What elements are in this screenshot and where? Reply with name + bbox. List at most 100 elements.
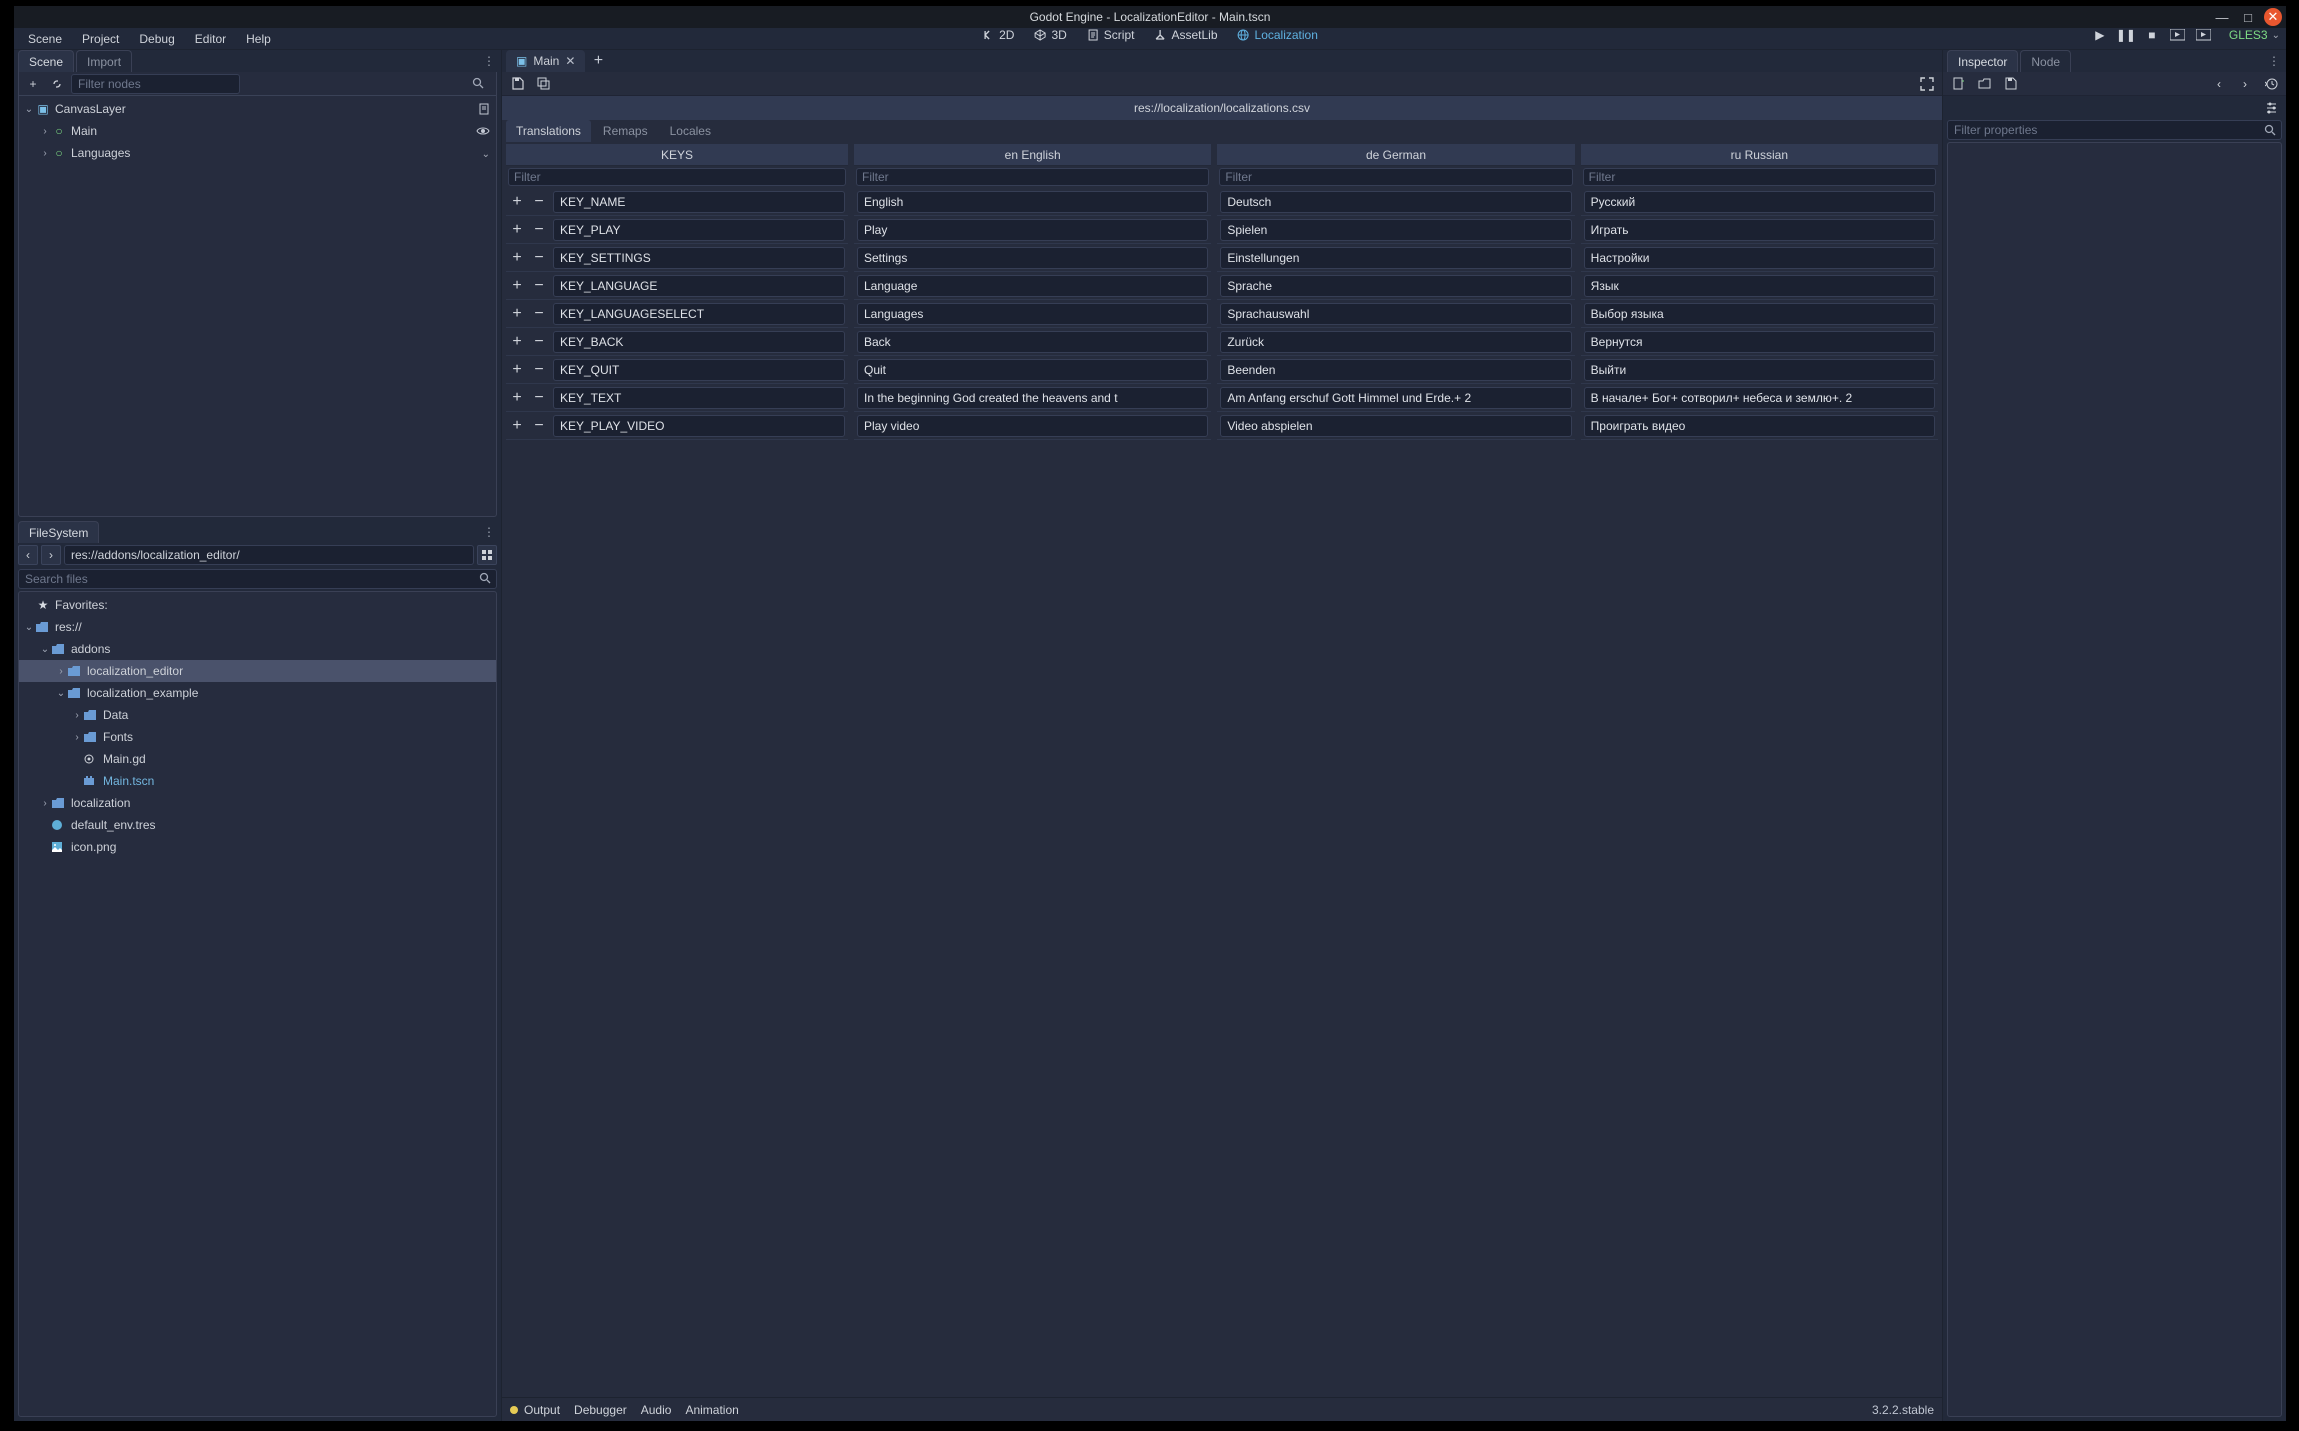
path-input[interactable] (64, 545, 474, 565)
add-key-button[interactable]: + (506, 333, 528, 351)
menu-help[interactable]: Help (236, 28, 281, 49)
add-key-button[interactable]: + (506, 417, 528, 435)
menu-editor[interactable]: Editor (185, 28, 236, 49)
translation-input[interactable]: Вернутся (1584, 331, 1935, 353)
lang-filter-input[interactable] (1583, 168, 1936, 186)
lang-filter-input[interactable] (856, 168, 1209, 186)
path-prev-button[interactable]: ‹ (18, 545, 38, 565)
filesystem-dock-options[interactable]: ⋮ (483, 525, 495, 539)
fold-toggle[interactable]: › (39, 798, 51, 809)
key-input[interactable]: KEY_BACK (553, 331, 845, 353)
translation-input[interactable]: Languages (857, 303, 1208, 325)
history-next[interactable]: › (2236, 75, 2254, 93)
scene-node[interactable]: ›○Languages⌄ (19, 142, 496, 164)
filesystem-item[interactable]: Main.tscn (19, 770, 496, 792)
translation-input[interactable]: Sprachauswahl (1220, 303, 1571, 325)
bottom-tab-animation[interactable]: Animation (685, 1403, 738, 1417)
tab-import[interactable]: Import (76, 50, 132, 72)
translation-input[interactable]: Настройки (1584, 247, 1935, 269)
script-icon[interactable] (478, 103, 490, 115)
stop-button[interactable]: ■ (2143, 28, 2161, 42)
scene-filter-input[interactable] (71, 74, 240, 94)
new-scene-button[interactable]: + (589, 50, 607, 72)
translation-input[interactable]: Settings (857, 247, 1208, 269)
translation-input[interactable]: Язык (1584, 275, 1935, 297)
play-custom-scene-button[interactable] (2195, 29, 2213, 42)
translation-input[interactable]: Play (857, 219, 1208, 241)
remove-key-button[interactable]: − (528, 305, 550, 323)
filesystem-item[interactable]: ›Fonts (19, 726, 496, 748)
menu-debug[interactable]: Debug (129, 28, 184, 49)
translation-input[interactable]: В начале+ Бог+ сотворил+ небеса и землю+… (1584, 387, 1935, 409)
filesystem-item[interactable]: icon.png (19, 836, 496, 858)
inspector-dock-options[interactable]: ⋮ (2268, 54, 2280, 68)
menu-project[interactable]: Project (72, 28, 129, 49)
inspector-open-resource[interactable] (1975, 75, 1993, 93)
inspector-new-resource[interactable] (1949, 75, 1967, 93)
inspector-filter-input[interactable] (1947, 120, 2282, 140)
fold-toggle[interactable]: ⌄ (23, 104, 35, 115)
remove-key-button[interactable]: − (528, 417, 550, 435)
fold-toggle[interactable] (71, 776, 83, 787)
loc-tab-remaps[interactable]: Remaps (593, 120, 658, 142)
fold-toggle[interactable] (23, 600, 35, 611)
bottom-tab-output[interactable]: Output (524, 1403, 560, 1417)
add-key-button[interactable]: + (506, 193, 528, 211)
link-button[interactable] (47, 74, 67, 94)
translation-input[interactable]: Beenden (1220, 359, 1571, 381)
add-key-button[interactable]: + (506, 389, 528, 407)
fold-toggle[interactable] (39, 842, 51, 853)
remove-key-button[interactable]: − (528, 361, 550, 379)
translation-input[interactable]: Zurück (1220, 331, 1571, 353)
workspace-script[interactable]: Script (1077, 28, 1145, 42)
inspector-save-resource[interactable] (2001, 75, 2019, 93)
workspace-3d[interactable]: 3D (1024, 28, 1076, 42)
tab-filesystem[interactable]: FileSystem (18, 521, 99, 543)
filesystem-item[interactable]: ›localization (19, 792, 496, 814)
fold-toggle[interactable]: › (39, 126, 51, 137)
open-scene-tab[interactable]: ▣ Main ✕ (506, 50, 585, 72)
translation-input[interactable]: Am Anfang erschuf Gott Himmel und Erde.+… (1220, 387, 1571, 409)
translation-input[interactable]: Играть (1584, 219, 1935, 241)
remove-key-button[interactable]: − (528, 333, 550, 351)
scene-dock-options[interactable]: ⋮ (483, 54, 495, 68)
inspector-settings[interactable] (2262, 98, 2280, 116)
translation-input[interactable]: Einstellungen (1220, 247, 1571, 269)
key-input[interactable]: KEY_LANGUAGE (553, 275, 845, 297)
add-key-button[interactable]: + (506, 305, 528, 323)
loc-tab-locales[interactable]: Locales (660, 120, 721, 142)
remove-key-button[interactable]: − (528, 193, 550, 211)
path-next-button[interactable]: › (41, 545, 61, 565)
scene-node[interactable]: ›○Main (19, 120, 496, 142)
filesystem-item[interactable]: ⌄addons (19, 638, 496, 660)
tab-inspector[interactable]: Inspector (1947, 50, 2018, 72)
key-input[interactable]: KEY_LANGUAGESELECT (553, 303, 845, 325)
filesystem-item[interactable]: Main.gd (19, 748, 496, 770)
fold-toggle[interactable]: › (55, 666, 67, 677)
play-button[interactable]: ▶ (2091, 28, 2109, 42)
filesystem-item[interactable]: ›Data (19, 704, 496, 726)
copy-button[interactable] (534, 75, 552, 93)
keys-filter-input[interactable] (508, 168, 846, 186)
translation-input[interactable]: Deutsch (1220, 191, 1571, 213)
fold-toggle[interactable]: ⌄ (23, 622, 35, 633)
translation-input[interactable]: Back (857, 331, 1208, 353)
bottom-tab-debugger[interactable]: Debugger (574, 1403, 627, 1417)
menu-scene[interactable]: Scene (18, 28, 72, 49)
history-icon[interactable] (2262, 75, 2280, 93)
key-input[interactable]: KEY_TEXT (553, 387, 845, 409)
tab-scene[interactable]: Scene (18, 50, 74, 72)
renderer-select[interactable]: GLES3 ⌄ (2229, 28, 2280, 42)
fullscreen-button[interactable] (1918, 75, 1936, 93)
translation-input[interactable]: Sprache (1220, 275, 1571, 297)
eye-icon[interactable] (476, 126, 490, 136)
remove-key-button[interactable]: − (528, 221, 550, 239)
add-node-button[interactable]: + (23, 74, 43, 94)
remove-key-button[interactable]: − (528, 389, 550, 407)
bottom-tab-audio[interactable]: Audio (641, 1403, 672, 1417)
add-key-button[interactable]: + (506, 361, 528, 379)
remove-key-button[interactable]: − (528, 277, 550, 295)
lang-filter-input[interactable] (1219, 168, 1572, 186)
file-search-input[interactable] (18, 569, 497, 589)
chev-icon[interactable]: ⌄ (482, 146, 490, 160)
